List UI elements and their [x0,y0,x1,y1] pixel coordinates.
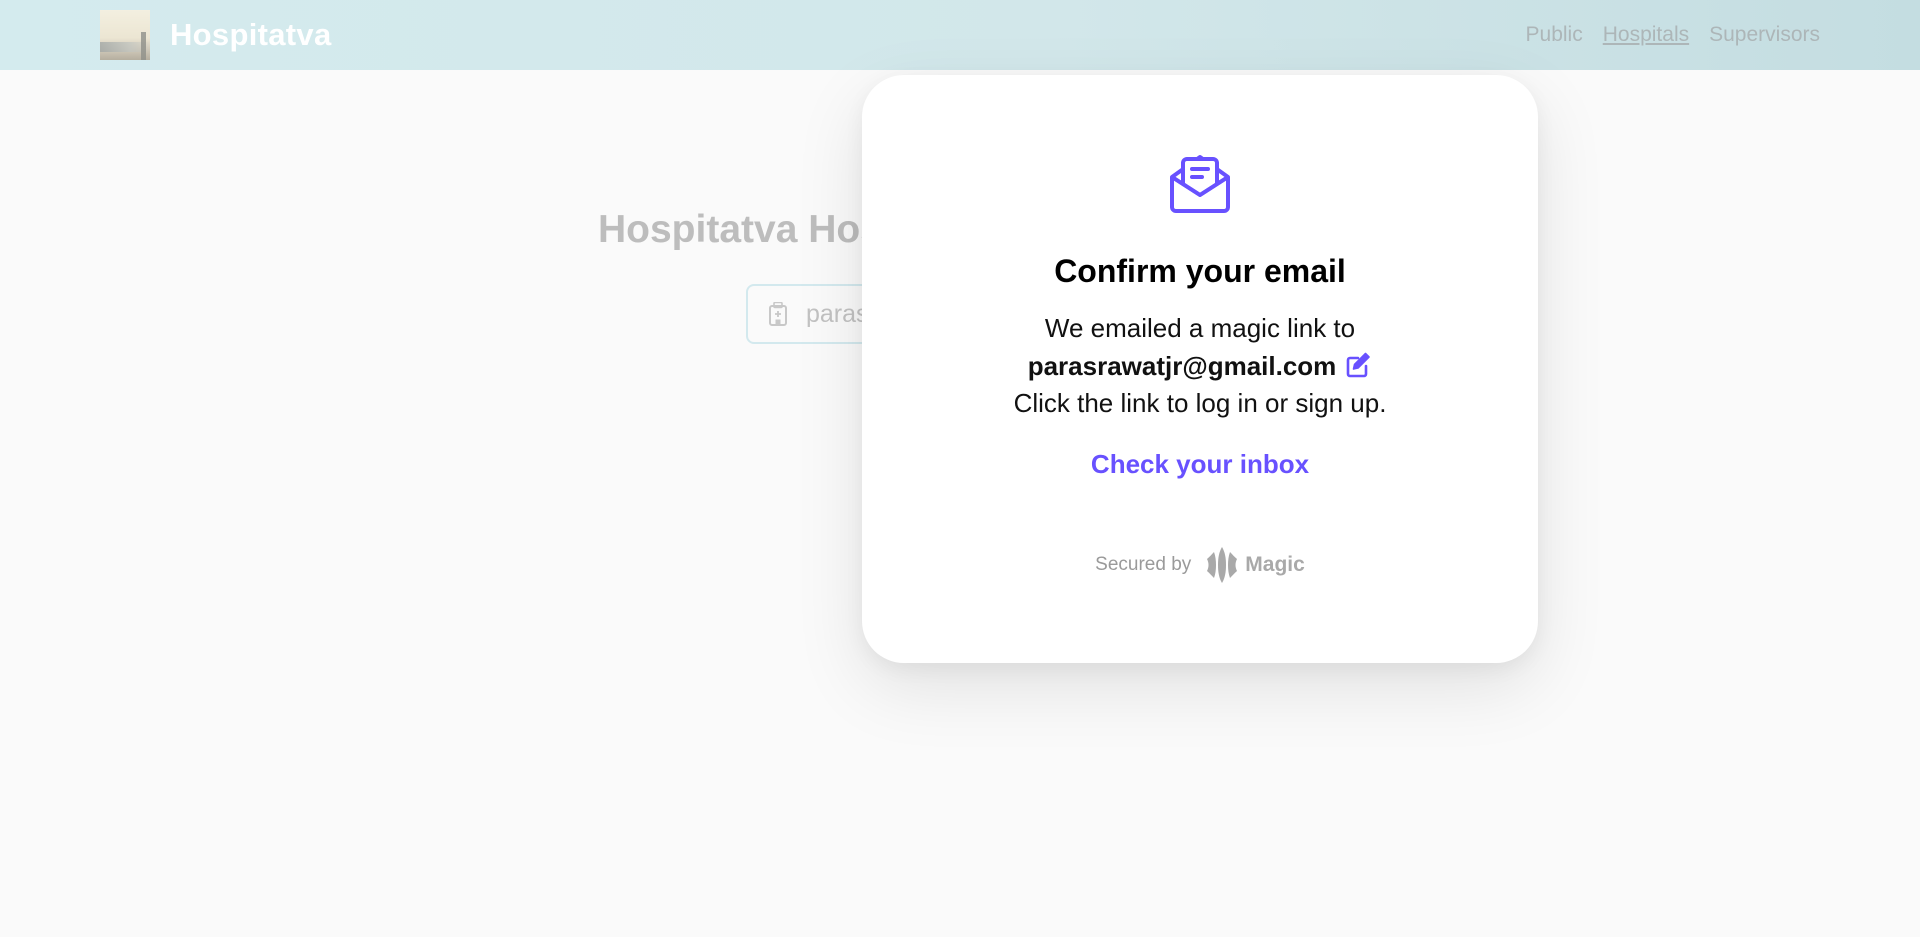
brand[interactable]: Hospitatva [100,10,331,60]
modal-title: Confirm your email [1054,253,1346,289]
top-navbar: Hospitatva Public Hospitals Supervisors [0,0,1920,70]
brand-name: Hospitatva [170,17,332,52]
email-sent-message: We emailed a magic link to [1044,313,1356,343]
search-value: paras [806,299,869,328]
email-row: parasrawatjr@gmail.com [862,351,1538,382]
nav-link-hospitals[interactable]: Hospitals [1603,23,1689,47]
secured-by-label: Secured by [1095,554,1192,575]
nav-link-supervisors[interactable]: Supervisors [1709,23,1820,47]
login-instructions: Click the link to log in or sign up. [1013,388,1387,418]
brand-logo [100,10,150,60]
check-inbox-link[interactable]: Check your inbox [862,449,1538,480]
magic-logo-icon [1207,547,1238,583]
edit-icon[interactable] [1344,350,1372,378]
magic-logo[interactable]: Magic [1207,547,1305,583]
email-address: parasrawatjr@gmail.com [1027,351,1337,381]
hospital-icon [768,302,788,326]
nav-link-public[interactable]: Public [1526,23,1583,47]
page-title: Hospitatva Hos [598,208,882,251]
nav-links: Public Hospitals Supervisors [1526,23,1820,47]
magic-logo-text: Magic [1245,553,1305,576]
confirm-email-modal: Confirm your email We emailed a magic li… [862,75,1538,663]
secured-by-footer: Secured by Magic [862,547,1538,583]
open-envelope-icon [1166,147,1234,215]
